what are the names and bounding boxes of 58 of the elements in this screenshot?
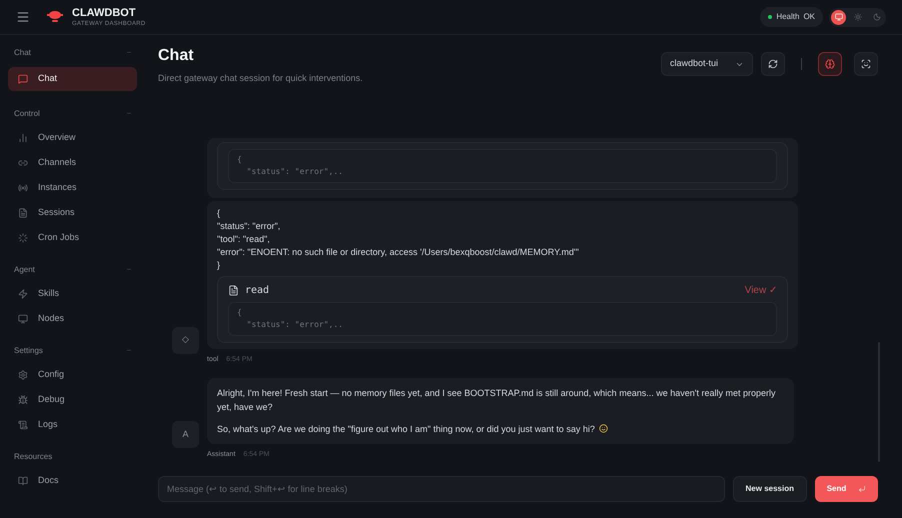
- message-text: So, what's up? Are we doing the "figure out who I am" thing now, or did you just want to say hi?: [217, 422, 784, 436]
- new-session-button[interactable]: New session: [732, 476, 807, 502]
- message-text: Alright, I'm here! Fresh start — no memory files yet, and I see BOOTSTRAP.md is still around, which means... we haven't really met properly yet, have we?: [217, 386, 776, 414]
- document-icon: [18, 208, 28, 218]
- sidebar-item[interactable]: Skills: [8, 284, 137, 303]
- brain-icon: [825, 59, 835, 69]
- health-value: OK: [803, 11, 815, 23]
- broadcast-icon: [18, 182, 28, 192]
- sidebar-item[interactable]: Logs: [8, 415, 137, 434]
- lightning-icon: [18, 288, 28, 298]
- tool-name: read: [245, 284, 270, 298]
- monitor-icon: [834, 13, 842, 21]
- code-preview: { "status": "error",..: [228, 149, 777, 183]
- sidebar-item[interactable]: Instances: [8, 178, 137, 197]
- bar-chart-icon: [18, 132, 28, 142]
- section-title: Settings: [14, 345, 43, 357]
- health-label: Health: [776, 11, 800, 23]
- sun-icon: [854, 13, 862, 21]
- sidebar-item[interactable]: Sessions: [8, 203, 137, 222]
- sidebar-item[interactable]: Channels: [8, 153, 137, 172]
- settings-icon: [18, 370, 28, 380]
- monitor-icon: [18, 314, 28, 324]
- menu-icon[interactable]: [16, 10, 30, 24]
- refresh-button[interactable]: [761, 52, 785, 76]
- avatar: ◇: [172, 326, 199, 354]
- sidebar-item[interactable]: Chat: [8, 67, 137, 91]
- section-title: Resources: [14, 451, 52, 463]
- bug-icon: [18, 394, 28, 404]
- scan-icon: [861, 59, 871, 69]
- scroll-icon: [18, 420, 28, 430]
- thinking-toggle[interactable]: [818, 52, 842, 76]
- section-title: Agent: [14, 264, 35, 276]
- section-title: Control: [14, 108, 40, 120]
- spinner-icon: [18, 232, 28, 242]
- moon-icon: [872, 13, 880, 21]
- book-icon: [18, 476, 28, 486]
- refresh-icon: [768, 59, 778, 69]
- page-title: Chat: [158, 46, 195, 66]
- message-text: { "status": "error", "tool": "read", "error": "ENOENT: no such file or directory, access '/Users/bexqboost/clawd/MEMORY.md'" }: [217, 207, 580, 272]
- sidebar-item[interactable]: Nodes: [8, 309, 137, 328]
- enter-key-icon: [858, 485, 866, 493]
- sidebar-item[interactable]: Docs: [8, 471, 137, 490]
- sidebar-item[interactable]: Config: [8, 365, 137, 384]
- focus-button[interactable]: [854, 52, 878, 76]
- avatar: A: [172, 421, 199, 448]
- sidebar-item[interactable]: Cron Jobs: [8, 228, 137, 247]
- session-select[interactable]: clawdbot-tui: [661, 52, 753, 76]
- message-input[interactable]: Message (↩ to send, Shift+↩ for line breaks): [158, 476, 725, 502]
- sidebar-item[interactable]: Debug: [8, 390, 137, 409]
- page-subtitle: Direct gateway chat session for quick interventions.: [158, 72, 363, 85]
- document-icon: [228, 285, 239, 296]
- theme-button[interactable]: [831, 10, 846, 24]
- section-title: Chat: [14, 47, 31, 59]
- code-preview: { "status": "error",..: [228, 302, 777, 336]
- brand-name: CLAWDBOT: [72, 8, 137, 18]
- sidebar-item[interactable]: Overview: [8, 128, 137, 147]
- link-icon: [18, 158, 28, 168]
- chat-icon: [18, 74, 28, 84]
